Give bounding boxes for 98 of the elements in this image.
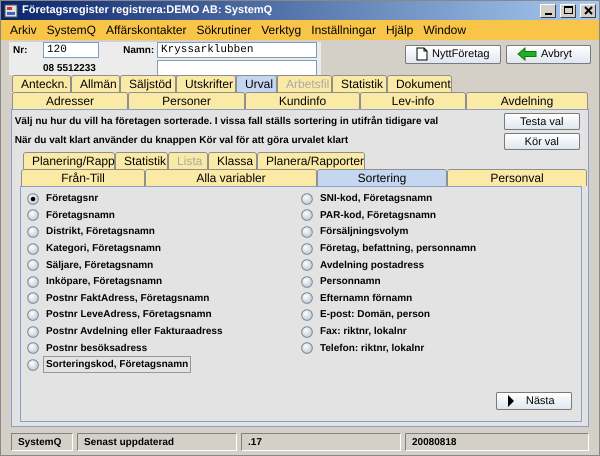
menu-item[interactable]: Arkiv <box>5 21 42 39</box>
radio-button[interactable] <box>27 326 39 338</box>
tab[interactable]: Klassa <box>208 152 257 168</box>
maximize-button[interactable] <box>560 4 576 18</box>
menu-item[interactable]: Verktyg <box>256 21 306 39</box>
left-arrow-icon <box>517 47 537 62</box>
radio-button[interactable] <box>301 326 313 338</box>
tab[interactable]: Statistik <box>332 75 387 92</box>
menu-item[interactable]: Affärskontakter <box>101 21 192 39</box>
radio-button[interactable] <box>301 259 313 272</box>
menu-item[interactable]: Hjälp <box>380 21 418 39</box>
close-icon <box>582 5 594 16</box>
phone-number: 08 5512233 <box>43 62 97 76</box>
new-company-button[interactable]: NyttFöretag <box>405 44 500 64</box>
tab[interactable]: Säljstöd <box>120 75 176 92</box>
option-label[interactable]: Avdelning postadress <box>317 256 428 274</box>
radio-button[interactable] <box>301 242 313 255</box>
radio-button[interactable] <box>27 292 39 304</box>
option-label[interactable]: Kategori, Företagsnamn <box>43 240 164 258</box>
tab[interactable]: Urval <box>236 75 277 92</box>
next-button[interactable]: Nästa <box>496 392 572 410</box>
tab[interactable]: Personval <box>447 168 587 186</box>
test-button[interactable]: Testa val <box>504 112 580 130</box>
radio-button[interactable] <box>27 259 39 272</box>
option-label[interactable]: Sorteringskod, Företagsnamn <box>43 356 192 374</box>
minimize-icon <box>544 12 552 14</box>
name-field[interactable]: Kryssarklubben <box>157 42 317 58</box>
tab[interactable]: Alla variabler <box>145 168 317 186</box>
radio-button[interactable] <box>301 209 313 222</box>
option-label[interactable]: Postnr besöksadress <box>43 340 150 357</box>
tab[interactable]: Allmän <box>71 75 120 92</box>
instruction-text: När du valt klart använder du knappen Kör val för att göra urvalet klart <box>14 134 350 148</box>
tab[interactable]: Sortering <box>317 168 447 186</box>
maximize-icon <box>562 5 574 16</box>
tab[interactable]: Avdelning <box>466 92 588 109</box>
status-cell: .17 <box>241 433 401 451</box>
menu-item[interactable]: SystemQ <box>42 21 102 39</box>
app-icon <box>4 4 18 18</box>
menu-item[interactable]: Window <box>418 21 471 39</box>
run-button[interactable]: Kör val <box>504 132 580 150</box>
option-label[interactable]: Säljare, Företagsnamn <box>43 256 156 274</box>
tab[interactable]: Utskrifter <box>176 75 236 92</box>
play-icon <box>507 395 516 408</box>
name-extra-field[interactable] <box>157 60 317 76</box>
option-label[interactable]: Telefon: riktnr, lokalnr <box>317 340 428 357</box>
nr-label: Nr: <box>13 44 28 58</box>
radio-button[interactable] <box>301 308 313 321</box>
radio-button[interactable] <box>301 292 313 304</box>
option-label[interactable]: Distrikt, Företagsnamn <box>43 223 158 240</box>
option-label[interactable]: Personnamn <box>317 273 384 290</box>
radio-button[interactable] <box>301 276 313 288</box>
tab[interactable]: Från-Till <box>21 168 145 186</box>
radio-button[interactable] <box>27 226 39 238</box>
option-label[interactable]: Inköpare, Företagsnamn <box>43 273 166 290</box>
option-label[interactable]: PAR-kod, Företagsnamn <box>317 206 439 224</box>
menu-item[interactable]: Sökrutiner <box>192 21 256 39</box>
window-title: Företagsregister registrera:DEMO AB: SystemQ <box>22 3 274 18</box>
status-cell: SystemQ <box>11 433 73 451</box>
tab[interactable]: Lev-info <box>360 92 466 109</box>
radio-button[interactable] <box>27 342 39 354</box>
option-label[interactable]: Försäljningsvolym <box>317 223 412 240</box>
tab[interactable]: Dokument <box>387 75 452 92</box>
tab[interactable]: Anteckn. <box>12 75 71 92</box>
status-cell: Senast uppdaterad <box>77 433 237 451</box>
minimize-button[interactable] <box>540 4 556 18</box>
status-cell: 20080818 <box>405 433 589 451</box>
cancel-button[interactable]: Avbryt <box>506 44 591 64</box>
radio-button[interactable] <box>27 242 39 255</box>
option-label[interactable]: Fax: riktnr, lokalnr <box>317 323 410 340</box>
radio-button[interactable] <box>27 276 39 288</box>
radio-button[interactable] <box>27 192 39 205</box>
radio-button[interactable] <box>27 209 39 222</box>
option-label[interactable]: Efternamn förnamn <box>317 290 416 307</box>
option-label[interactable]: SNI-kod, Företagsnamn <box>317 190 436 208</box>
menu-item[interactable]: Inställningar <box>306 21 381 39</box>
option-label[interactable]: Postnr LeveAdress, Företagsnamn <box>43 306 215 324</box>
tab[interactable]: Statistik <box>115 152 168 168</box>
instruction-text: Välj nu hur du vill ha företagen sorterade. I vissa fall ställs sortering in utifrån tidigare val <box>14 114 440 130</box>
radio-button[interactable] <box>27 308 39 321</box>
radio-button[interactable] <box>301 342 313 354</box>
name-label: Namn: <box>122 44 156 58</box>
option-label[interactable]: Postnr Avdelning eller Fakturaadress <box>43 323 226 340</box>
tab[interactable]: Adresser <box>12 92 128 109</box>
radio-button[interactable] <box>301 226 313 238</box>
close-button[interactable] <box>580 4 596 18</box>
radio-button[interactable] <box>27 358 39 371</box>
tab[interactable]: Planera/Rapporter <box>257 152 365 168</box>
nr-field[interactable]: 120 <box>43 42 99 58</box>
option-label[interactable]: Företagsnamn <box>43 206 118 224</box>
option-label[interactable]: E-post: Domän, person <box>317 306 434 324</box>
tab[interactable]: Planering/Rapp <box>23 152 115 168</box>
radio-button[interactable] <box>301 192 313 205</box>
tab[interactable]: Personer <box>128 92 245 109</box>
document-icon <box>416 47 428 62</box>
option-label[interactable]: Företag, befattning, personnamn <box>317 240 480 258</box>
option-label[interactable]: Företagsnr <box>43 190 102 208</box>
tab[interactable]: Kundinfo <box>245 92 360 109</box>
option-label[interactable]: Postnr FaktAdress, Företagsnamn <box>43 290 212 307</box>
